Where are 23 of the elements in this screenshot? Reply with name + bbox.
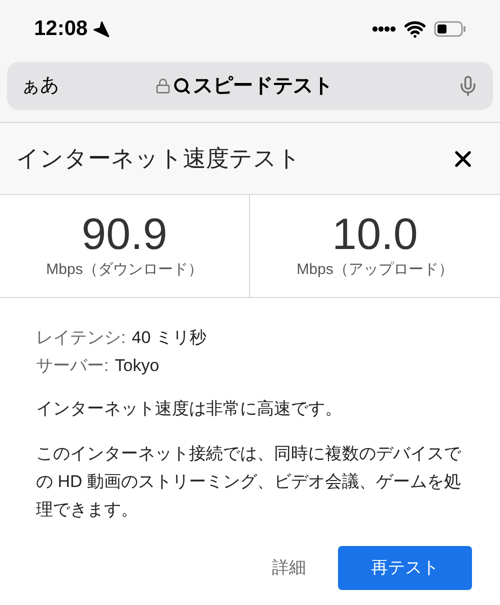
battery-icon bbox=[434, 21, 466, 37]
retest-button[interactable]: 再テスト bbox=[338, 546, 472, 590]
description-text: このインターネット接続では、同時に複数のデバイスでの HD 動画のストリーミング、ビデオ会議、ゲームを処理できます。 bbox=[36, 443, 462, 521]
detail-value: 40 ミリ秒 bbox=[132, 327, 206, 349]
speed-value: 90.9 bbox=[82, 210, 168, 259]
speed-unit: Mbps（アップロード） bbox=[296, 260, 454, 280]
status-time: 12:08 bbox=[34, 16, 88, 42]
location-icon bbox=[92, 20, 110, 38]
detail-value: Tokyo bbox=[114, 355, 160, 377]
signal-icon bbox=[372, 25, 396, 33]
summary-text: インターネット速度は非常に高速です。 bbox=[36, 398, 343, 420]
search-icon bbox=[173, 77, 191, 95]
text-size-button[interactable]: ぁあ bbox=[21, 72, 71, 100]
card-title: インターネット速度テスト bbox=[16, 144, 301, 174]
search-query: スピードテスト bbox=[193, 74, 333, 99]
speed-unit: Mbps（ダウンロード） bbox=[46, 260, 203, 280]
lock-icon bbox=[155, 78, 171, 94]
detail-label: レイテンシ: bbox=[36, 327, 126, 349]
detail-label: サーバー: bbox=[36, 355, 109, 377]
wifi-icon bbox=[404, 18, 426, 40]
speed-value: 10.0 bbox=[332, 210, 418, 259]
details-button[interactable]: 詳細 bbox=[272, 555, 306, 581]
address-bar[interactable]: ぁあ スピードテスト bbox=[7, 62, 493, 110]
